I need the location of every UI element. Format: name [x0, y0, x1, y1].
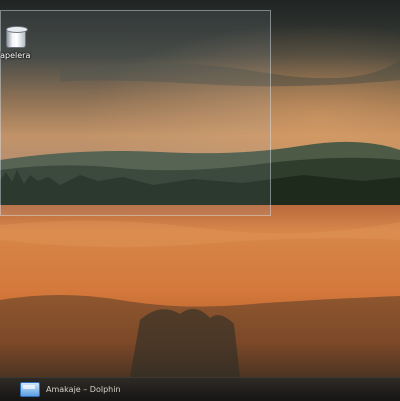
desktop-icon-label: Papelera	[0, 51, 31, 60]
window-selection-rectangle	[0, 10, 271, 216]
trash-bin-icon	[6, 26, 28, 48]
taskbar-task-dolphin[interactable]: Amakaje – Dolphin	[18, 380, 127, 399]
taskbar: Amakaje – Dolphin	[0, 377, 400, 401]
task-label: Amakaje – Dolphin	[46, 385, 121, 394]
dolphin-window-icon	[20, 382, 40, 397]
desktop-icon-trash[interactable]: Papelera	[0, 26, 32, 64]
